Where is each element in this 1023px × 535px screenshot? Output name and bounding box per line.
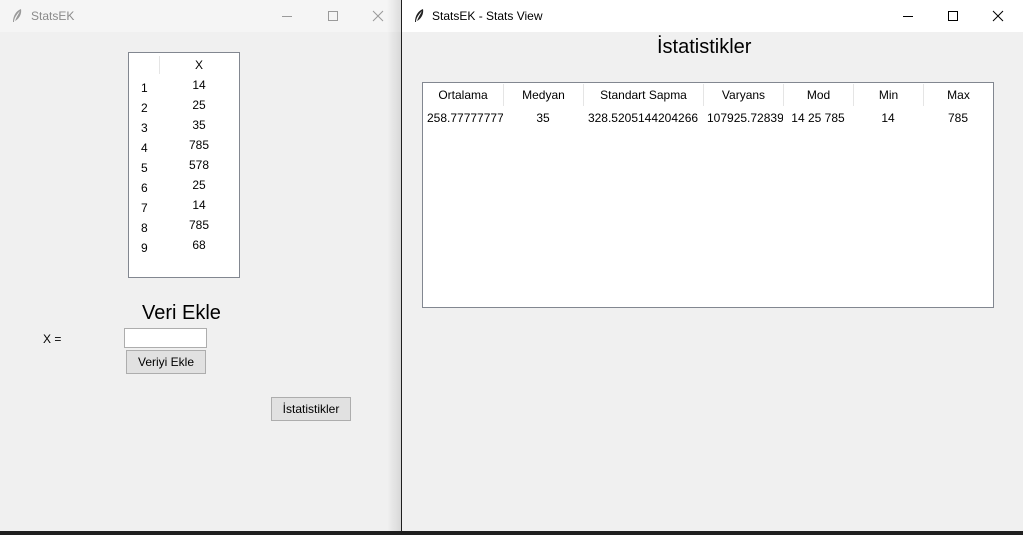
cell-standart-sapma[interactable]: 328.5205144204266	[583, 110, 703, 126]
x-input[interactable]	[124, 328, 207, 348]
column-header-medyan[interactable]: Medyan	[503, 84, 583, 106]
cell-mod[interactable]: 14 25 785	[783, 110, 853, 126]
close-icon	[372, 10, 384, 22]
maximize-button[interactable]	[930, 0, 976, 32]
table-row[interactable]: 3 35	[129, 117, 239, 137]
row-index: 5	[141, 161, 148, 175]
taskbar-edge	[0, 531, 1023, 535]
minimize-button[interactable]	[264, 0, 310, 32]
maximize-icon	[328, 11, 338, 21]
table-row[interactable]: 1 14	[129, 77, 239, 97]
maximize-icon	[948, 11, 958, 21]
row-value: 14	[192, 78, 206, 92]
stats-window: StatsEK - Stats View İstatistikler Ortal…	[402, 0, 1023, 531]
minimize-icon	[903, 16, 913, 17]
column-header-max[interactable]: Max	[923, 84, 993, 106]
table-row[interactable]: 7 14	[129, 197, 239, 217]
table-row[interactable]: 6 25	[129, 177, 239, 197]
close-button[interactable]	[975, 0, 1021, 32]
minimize-icon	[282, 16, 292, 17]
column-header-varyans[interactable]: Varyans	[703, 84, 783, 106]
row-index: 8	[141, 221, 148, 235]
row-index: 2	[141, 101, 148, 115]
row-value: 25	[192, 178, 206, 192]
statistics-button[interactable]: İstatistikler	[271, 397, 351, 421]
add-data-button[interactable]: Veriyi Ekle	[126, 350, 206, 374]
cell-varyans[interactable]: 107925.728395	[703, 110, 783, 126]
table-row[interactable]: 2 25	[129, 97, 239, 117]
x-values-table[interactable]: X 1 14 2 25 3 35 4 785 5 578 6 25 7 14 8 785 9 68	[128, 52, 240, 278]
row-index: 1	[141, 81, 148, 95]
column-header-min[interactable]: Min	[853, 84, 923, 106]
row-index: 7	[141, 201, 148, 215]
feather-icon	[412, 8, 426, 24]
column-header-mod[interactable]: Mod	[783, 84, 853, 106]
close-icon	[992, 10, 1004, 22]
row-value: 785	[188, 138, 210, 152]
row-index: 4	[141, 141, 148, 155]
main-window-title: StatsEK	[31, 9, 75, 23]
row-value: 578	[188, 158, 210, 172]
main-window: StatsEK X 1 14 2 25 3 35 4 785 5 578 6 25 7 14 …	[0, 0, 401, 531]
row-value: 68	[192, 238, 206, 252]
row-value: 14	[192, 198, 206, 212]
minimize-button[interactable]	[885, 0, 931, 32]
cell-max[interactable]: 785	[923, 110, 993, 126]
close-button[interactable]	[355, 0, 401, 32]
row-value: 35	[192, 118, 206, 132]
column-header-x[interactable]: X	[159, 56, 239, 74]
main-window-titlebar[interactable]: StatsEK	[0, 0, 401, 32]
cell-min[interactable]: 14	[853, 110, 923, 126]
row-index: 3	[141, 121, 148, 135]
stats-table[interactable]: Ortalama Medyan Standart Sapma Varyans M…	[422, 82, 994, 308]
maximize-button[interactable]	[310, 0, 356, 32]
stats-heading: İstatistikler	[657, 36, 752, 58]
table-row[interactable]: 8 785	[129, 217, 239, 237]
row-value: 785	[188, 218, 210, 232]
table-row[interactable]: 9 68	[129, 237, 239, 257]
table-row[interactable]: 5 578	[129, 157, 239, 177]
stats-window-title: StatsEK - Stats View	[432, 9, 543, 23]
row-value: 25	[192, 98, 206, 112]
row-index: 6	[141, 181, 148, 195]
row-index: 9	[141, 241, 148, 255]
cell-medyan[interactable]: 35	[503, 110, 583, 126]
feather-icon	[10, 8, 24, 24]
stats-window-titlebar[interactable]: StatsEK - Stats View	[402, 0, 1023, 32]
column-header-standart-sapma[interactable]: Standart Sapma	[583, 84, 703, 106]
x-label: X =	[43, 332, 62, 346]
add-data-heading: Veri Ekle	[142, 302, 221, 324]
column-header-ortalama[interactable]: Ortalama	[423, 84, 503, 106]
table-row[interactable]: 4 785	[129, 137, 239, 157]
cell-ortalama[interactable]: 258.7777777777	[423, 110, 503, 126]
